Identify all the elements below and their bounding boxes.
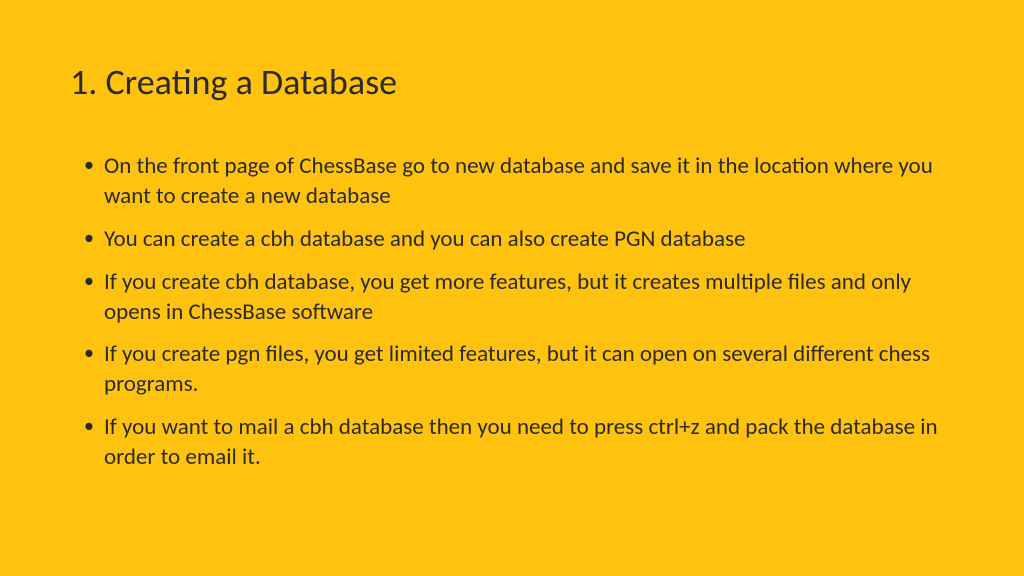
list-item: If you create pgn files, you get limited… — [88, 340, 954, 400]
list-item: On the front page of ChessBase go to new… — [88, 152, 954, 212]
list-item: If you create cbh database, you get more… — [88, 268, 954, 328]
list-item: You can create a cbh database and you ca… — [88, 225, 954, 255]
slide-title: 1. Creating a Database — [70, 60, 954, 104]
list-item: If you want to mail a cbh database then … — [88, 413, 954, 473]
bullet-list: On the front page of ChessBase go to new… — [70, 152, 954, 473]
